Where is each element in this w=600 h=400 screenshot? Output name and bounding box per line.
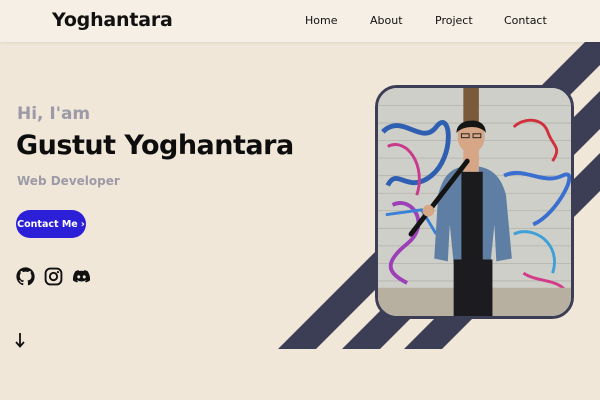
nav-link-home[interactable]: Home: [305, 14, 337, 27]
portrait-photo: [375, 85, 574, 319]
nav-link-project[interactable]: Project: [435, 14, 473, 27]
nav-link-about[interactable]: About: [370, 14, 403, 27]
navbar: Yoghantara Home About Project Contact: [0, 0, 600, 42]
brand-logo[interactable]: Yoghantara: [52, 9, 173, 31]
nav-link-contact[interactable]: Contact: [504, 14, 547, 27]
